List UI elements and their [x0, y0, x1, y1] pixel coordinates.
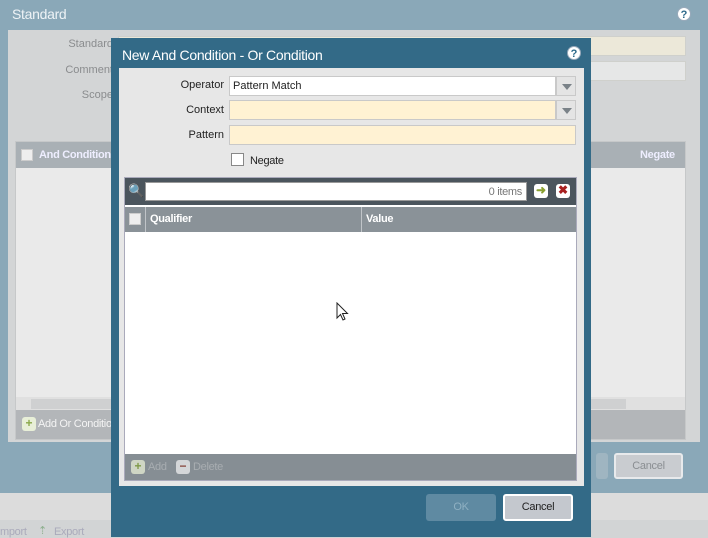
grid-toolbar: 🔍 0 items ➜ ✖ [125, 178, 576, 205]
help-icon[interactable]: ? [567, 46, 581, 60]
export-icon: ⇡ [38, 525, 48, 537]
cancel-button[interactable]: Cancel [614, 453, 683, 479]
add-button[interactable]: Add [148, 461, 167, 473]
dialog-title: Standard [12, 6, 67, 22]
grid-footer: + Add − Delete [125, 454, 576, 480]
column-negate[interactable]: Negate [640, 149, 675, 161]
apply-filter-icon[interactable]: ➜ [534, 184, 548, 198]
dialog-title: New And Condition - Or Condition [122, 47, 323, 63]
context-select[interactable] [229, 100, 556, 120]
comment-label: Comment [65, 64, 113, 76]
operator-select[interactable]: Pattern Match [229, 76, 556, 96]
context-label: Context [186, 104, 224, 116]
negate-label: Negate [250, 155, 284, 167]
chevron-down-icon[interactable] [556, 100, 576, 120]
cancel-button[interactable]: Cancel [503, 494, 573, 521]
mouse-cursor-icon [336, 301, 349, 327]
ok-button[interactable]: OK [426, 494, 496, 521]
select-all-checkbox[interactable] [21, 149, 33, 161]
add-icon: + [131, 460, 145, 474]
negate-checkbox[interactable] [231, 153, 244, 166]
scope-label: Scope [81, 89, 113, 101]
select-all-checkbox[interactable] [129, 213, 141, 225]
clear-filter-icon[interactable]: ✖ [556, 184, 570, 198]
delete-button[interactable]: Delete [193, 461, 223, 473]
delete-icon: − [176, 460, 190, 474]
pattern-label: Pattern [188, 129, 224, 141]
column-and-condition[interactable]: And Condition [39, 149, 111, 161]
column-qualifier[interactable]: Qualifier [150, 213, 192, 225]
qualifier-grid: 🔍 0 items ➜ ✖ Qualifier Value + Add − De… [124, 177, 577, 481]
search-icon: 🔍 [128, 183, 145, 198]
dialog-body: Operator Pattern Match Context Pattern N… [119, 68, 584, 486]
standard-label: Standard [68, 38, 113, 50]
operator-label: Operator [180, 79, 224, 91]
new-and-condition-dialog: New And Condition - Or Condition ? Opera… [111, 38, 591, 537]
export-button[interactable]: Export [54, 526, 84, 538]
item-count: 0 items [488, 186, 523, 198]
grid-header: Qualifier Value [125, 207, 576, 232]
pattern-input[interactable] [229, 125, 576, 145]
import-button[interactable]: mport [0, 526, 27, 538]
help-icon[interactable]: ? [677, 7, 691, 21]
chevron-down-icon[interactable] [556, 76, 576, 96]
add-or-condition-button[interactable]: Add Or Condition [38, 418, 118, 430]
search-input[interactable]: 0 items [145, 182, 527, 201]
add-icon: + [22, 417, 36, 431]
ok-button[interactable] [596, 453, 608, 479]
column-value[interactable]: Value [366, 213, 394, 225]
